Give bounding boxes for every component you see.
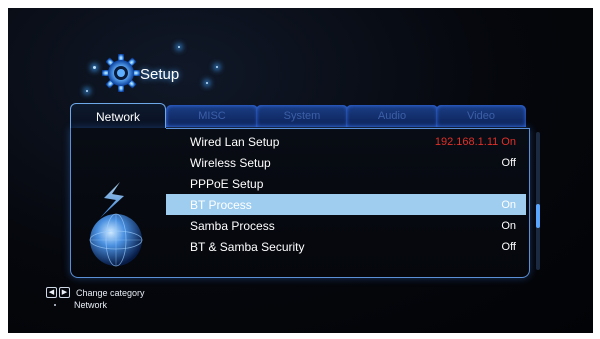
- menu-item-pppoe-setup[interactable]: PPPoE Setup: [166, 173, 526, 194]
- tab-system[interactable]: System: [256, 105, 348, 127]
- sparkle: [178, 46, 180, 48]
- menu-item-wireless-setup[interactable]: Wireless Setup Off: [166, 152, 526, 173]
- globe-icon: [84, 174, 148, 270]
- tab-misc[interactable]: MISC: [166, 105, 258, 127]
- hint-label: Change category: [76, 287, 145, 298]
- menu-item-value: 192.168.1.11 On: [434, 135, 516, 148]
- footer-hints: ◀ ▶ Change category Network: [46, 286, 145, 311]
- left-arrow-icon: ◀: [46, 287, 57, 298]
- scrollbar-thumb[interactable]: [536, 204, 540, 228]
- bullet-icon: [54, 304, 56, 306]
- sparkle: [86, 90, 88, 92]
- menu-item-samba-process[interactable]: Samba Process On: [166, 215, 526, 236]
- settings-list: Wired Lan Setup 192.168.1.11 On Wireless…: [166, 131, 526, 257]
- page-title: Setup: [140, 66, 180, 83]
- tab-audio[interactable]: Audio: [346, 105, 438, 127]
- menu-item-bt-process[interactable]: BT Process On: [166, 194, 526, 215]
- menu-item-label: Wireless Setup: [190, 155, 271, 170]
- category-tabs: MISC System Audio Video Network: [70, 103, 526, 129]
- menu-item-label: Samba Process: [190, 218, 275, 233]
- divider: [166, 128, 530, 129]
- scrollbar[interactable]: [536, 132, 540, 270]
- menu-item-label: BT Process: [190, 197, 252, 212]
- menu-item-label: PPPoE Setup: [190, 176, 264, 191]
- menu-item-label: BT & Samba Security: [190, 239, 305, 254]
- menu-item-bt-samba-security[interactable]: BT & Samba Security Off: [166, 236, 526, 257]
- menu-item-value: On: [501, 198, 516, 211]
- sparkle: [206, 82, 208, 84]
- current-category: Network: [74, 300, 108, 310]
- menu-item-value: On: [501, 219, 516, 232]
- menu-item-value: Off: [501, 156, 516, 169]
- sparkle: [216, 66, 218, 68]
- tab-network[interactable]: Network: [70, 103, 166, 129]
- menu-item-value: Off: [501, 240, 516, 253]
- sparkle: [93, 66, 96, 69]
- gear-icon: [100, 52, 142, 94]
- tab-video[interactable]: Video: [436, 105, 526, 127]
- menu-item-label: Wired Lan Setup: [190, 134, 280, 149]
- right-arrow-icon: ▶: [59, 287, 70, 298]
- menu-item-wired-lan-setup[interactable]: Wired Lan Setup 192.168.1.11 On: [166, 131, 526, 152]
